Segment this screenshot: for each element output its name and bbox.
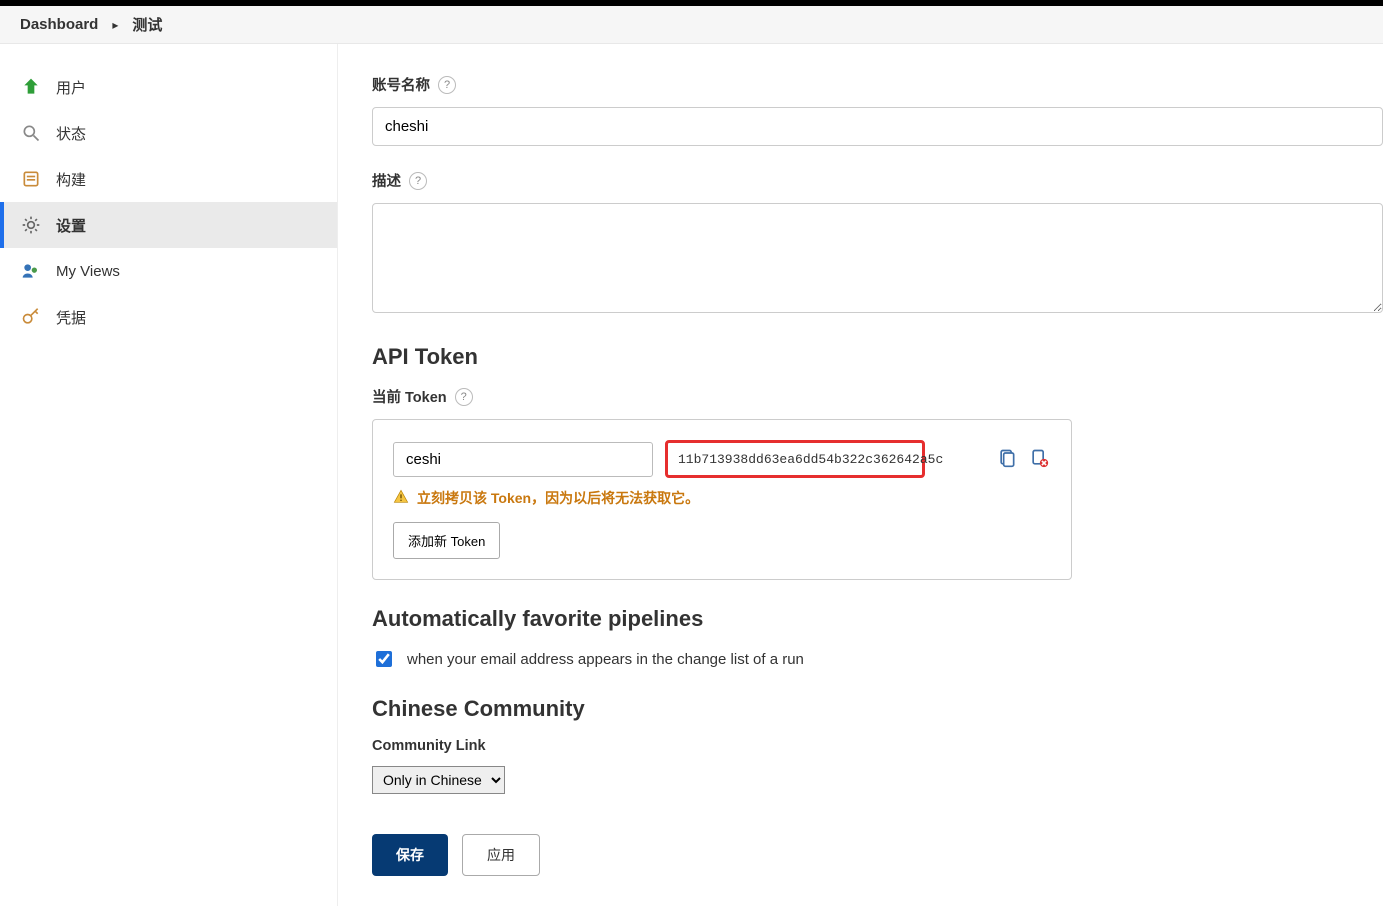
api-token-heading: API Token (372, 344, 1383, 370)
account-name-field: 账号名称 ? (372, 74, 1383, 146)
favorites-checkbox-label: when your email address appears in the c… (407, 651, 804, 668)
community-link-select[interactable]: Only in Chinese (372, 766, 505, 794)
favorites-checkbox[interactable] (376, 651, 392, 667)
token-panel: 11b713938dd63ea6dd54b322c362642a5c (372, 419, 1072, 580)
token-name-input[interactable] (393, 442, 653, 477)
description-field: 描述 ? (372, 170, 1383, 318)
description-label: 描述 (372, 170, 401, 191)
sidebar-item-settings[interactable]: 设置 (0, 202, 337, 248)
warning-icon (393, 489, 409, 508)
token-warning: 立刻拷贝该 Token，因为以后将无法获取它。 (393, 488, 1051, 508)
copy-icon[interactable] (997, 448, 1019, 470)
gear-icon (20, 214, 42, 236)
description-textarea[interactable] (372, 203, 1383, 313)
sidebar-item-myviews[interactable]: My Views (0, 248, 337, 294)
main-content: 账号名称 ? 描述 ? API Token 当前 Token ? (338, 44, 1383, 906)
favorites-heading: Automatically favorite pipelines (372, 606, 1383, 632)
community-heading: Chinese Community (372, 696, 1383, 722)
token-value-display: 11b713938dd63ea6dd54b322c362642a5c (665, 440, 925, 478)
breadcrumb: Dashboard ▸ 测试 (0, 6, 1383, 44)
clipboard-icon (20, 168, 42, 190)
community-link-label: Community Link (372, 738, 486, 754)
search-icon (20, 122, 42, 144)
sidebar: 用户 状态 构建 设置 My Views (0, 44, 338, 906)
help-icon[interactable]: ? (455, 388, 473, 406)
breadcrumb-root-link[interactable]: Dashboard (20, 16, 98, 33)
add-token-button[interactable]: 添加新 Token (393, 522, 500, 559)
sidebar-item-label: 设置 (56, 215, 86, 236)
chevron-right-icon: ▸ (112, 18, 118, 32)
delete-token-icon[interactable] (1029, 448, 1051, 470)
sidebar-item-users[interactable]: 用户 (0, 64, 337, 110)
key-icon (20, 306, 42, 328)
sidebar-item-builds[interactable]: 构建 (0, 156, 337, 202)
help-icon[interactable]: ? (438, 76, 456, 94)
current-token-label: 当前 Token (372, 386, 447, 407)
account-name-input[interactable] (372, 107, 1383, 146)
user-icon (20, 76, 42, 98)
sidebar-item-label: 构建 (56, 169, 86, 190)
sidebar-item-status[interactable]: 状态 (0, 110, 337, 156)
token-warning-text: 立刻拷贝该 Token，因为以后将无法获取它。 (417, 488, 699, 508)
account-name-label: 账号名称 (372, 74, 430, 95)
sidebar-item-label: 用户 (56, 77, 86, 98)
apply-button[interactable]: 应用 (462, 834, 540, 876)
people-icon (20, 260, 42, 282)
save-button[interactable]: 保存 (372, 834, 448, 876)
help-icon[interactable]: ? (409, 172, 427, 190)
sidebar-item-credentials[interactable]: 凭据 (0, 294, 337, 340)
sidebar-item-label: 状态 (56, 123, 86, 144)
sidebar-item-label: 凭据 (56, 307, 86, 328)
breadcrumb-current-link[interactable]: 测试 (132, 14, 162, 35)
sidebar-item-label: My Views (56, 263, 120, 280)
